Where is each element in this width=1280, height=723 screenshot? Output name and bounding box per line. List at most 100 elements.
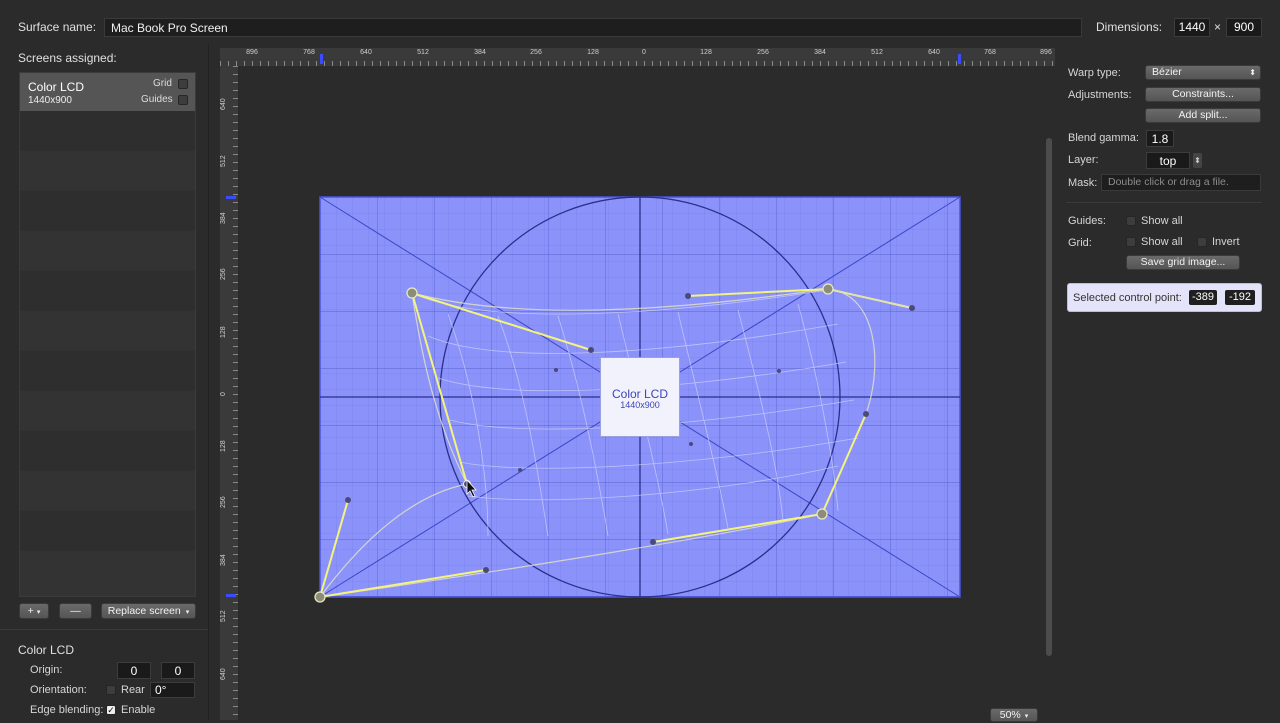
ruler-tick: 512: [417, 49, 429, 56]
add-label: +: [27, 605, 34, 617]
list-row: [20, 151, 195, 191]
ruler-tick: 512: [220, 155, 227, 167]
list-row: [20, 391, 195, 431]
guides-show-all-label: Show all: [1141, 215, 1183, 227]
adjustments-label: Adjustments:: [1068, 89, 1132, 101]
list-row: [20, 271, 195, 311]
ruler-tick: 384: [474, 49, 486, 56]
times-symbol: ×: [1214, 20, 1222, 34]
ruler-tick: 640: [220, 98, 227, 110]
grid-label: Grid:: [1068, 237, 1092, 249]
ruler-tick: 0: [220, 392, 227, 396]
ruler-tick: 256: [530, 49, 542, 56]
ruler-tick: 512: [220, 610, 227, 622]
screen-list-item[interactable]: Color LCD 1440x900 Grid Guides: [20, 73, 195, 111]
canvas-area[interactable]: Color LCD 1440x900 50% ▾: [238, 66, 1055, 722]
ruler-tick: 128: [700, 49, 712, 56]
replace-screen-button[interactable]: Replace screen ▾: [101, 603, 196, 619]
ruler-marker[interactable]: [226, 196, 236, 199]
grid-show-all-label: Show all: [1141, 236, 1183, 248]
ruler-tick: 128: [220, 440, 227, 452]
ruler-tick: 640: [928, 49, 940, 56]
ruler-tick: 384: [814, 49, 826, 56]
origin-label: Origin:: [30, 664, 63, 676]
divider: [0, 629, 208, 630]
chevron-down-icon: ▾: [1024, 713, 1029, 720]
screens-assigned-label: Screens assigned:: [18, 51, 117, 65]
divider: [1066, 202, 1262, 203]
ruler-tick: 256: [220, 268, 227, 280]
remove-screen-button[interactable]: —: [59, 603, 92, 619]
mask-input[interactable]: Double click or drag a file.: [1101, 174, 1261, 191]
dimension-height-input[interactable]: 900: [1226, 18, 1262, 37]
horizontal-ruler: 896 768 640 512 384 256 128 0 128 256 38…: [220, 48, 1055, 67]
ruler-tick: 256: [757, 49, 769, 56]
dimensions-label: Dimensions:: [1096, 20, 1163, 34]
list-row: [20, 431, 195, 471]
canvas-scrollbar[interactable]: [1046, 138, 1052, 656]
list-row: [20, 231, 195, 271]
ruler-tick: 640: [360, 49, 372, 56]
list-row: [20, 511, 195, 551]
list-row: [20, 471, 195, 511]
chevron-down-icon: ▾: [185, 609, 190, 616]
surface-name-label: Surface name:: [18, 20, 97, 34]
list-row: [20, 111, 195, 151]
guides-label: Guides: [141, 94, 173, 105]
ruler-tick: 640: [220, 668, 227, 680]
ruler-marker[interactable]: [320, 54, 323, 64]
add-split-button[interactable]: Add split...: [1145, 108, 1261, 123]
ruler-tick: 896: [246, 49, 258, 56]
guides-checkbox[interactable]: [178, 95, 188, 105]
grid-invert-checkbox[interactable]: [1197, 237, 1207, 247]
origin-y-input[interactable]: 0: [161, 662, 195, 679]
rear-checkbox[interactable]: [106, 685, 116, 695]
grid-show-all-checkbox[interactable]: [1126, 237, 1136, 247]
ruler-tick: 768: [984, 49, 996, 56]
ruler-tick: 0: [642, 49, 646, 56]
details-title: Color LCD: [18, 643, 75, 657]
warp-type-select[interactable]: Bézier ⬍: [1145, 65, 1261, 80]
guides-show-all-checkbox[interactable]: [1126, 216, 1136, 226]
selected-x-value[interactable]: -389: [1189, 290, 1217, 305]
blend-gamma-input[interactable]: 1.8: [1146, 130, 1174, 147]
list-row: [20, 191, 195, 231]
degree-value: 0°: [155, 683, 167, 697]
ruler-tick: 256: [220, 496, 227, 508]
edge-blending-label: Edge blending:: [30, 704, 104, 716]
grid-label: Grid: [153, 78, 172, 89]
ruler-marker[interactable]: [958, 54, 961, 64]
screen-item-name: Color LCD: [28, 80, 85, 94]
enable-checkbox[interactable]: ✓: [106, 705, 116, 715]
grid-checkbox[interactable]: [178, 79, 188, 89]
layer-stepper[interactable]: ⬍: [1193, 153, 1202, 168]
surface-name-input[interactable]: Mac Book Pro Screen: [104, 18, 1082, 37]
ruler-tick: 128: [220, 326, 227, 338]
orientation-label: Orientation:: [30, 684, 87, 696]
screen-label-name: Color LCD: [611, 387, 668, 401]
selected-control-point-label: Selected control point:: [1073, 292, 1182, 304]
ruler-marker[interactable]: [226, 594, 236, 597]
screen-item-size: 1440x900: [28, 95, 72, 106]
screens-list[interactable]: Color LCD 1440x900 Grid Guides: [19, 72, 196, 597]
list-row: [20, 551, 195, 596]
list-row: [20, 351, 195, 391]
ruler-tick: 896: [1040, 49, 1052, 56]
chevron-down-icon: ▾: [36, 609, 41, 616]
zoom-value: 50%: [999, 709, 1021, 721]
constraints-button[interactable]: Constraints...: [1145, 87, 1261, 102]
save-grid-image-button[interactable]: Save grid image...: [1126, 255, 1240, 270]
blend-gamma-label: Blend gamma:: [1068, 132, 1139, 144]
dimension-width-input[interactable]: 1440: [1174, 18, 1210, 37]
orientation-select[interactable]: 0°: [150, 682, 195, 698]
ruler-tick: 384: [220, 212, 227, 224]
guides-label: Guides:: [1068, 215, 1106, 227]
selected-y-value[interactable]: -192: [1225, 290, 1255, 305]
layer-input[interactable]: top: [1146, 152, 1190, 169]
origin-x-input[interactable]: 0: [117, 662, 151, 679]
warp-type-label: Warp type:: [1068, 67, 1121, 79]
layer-label: Layer:: [1068, 154, 1099, 166]
add-screen-button[interactable]: + ▾: [19, 603, 49, 619]
ruler-tick: 512: [871, 49, 883, 56]
ruler-tick: 384: [220, 554, 227, 566]
